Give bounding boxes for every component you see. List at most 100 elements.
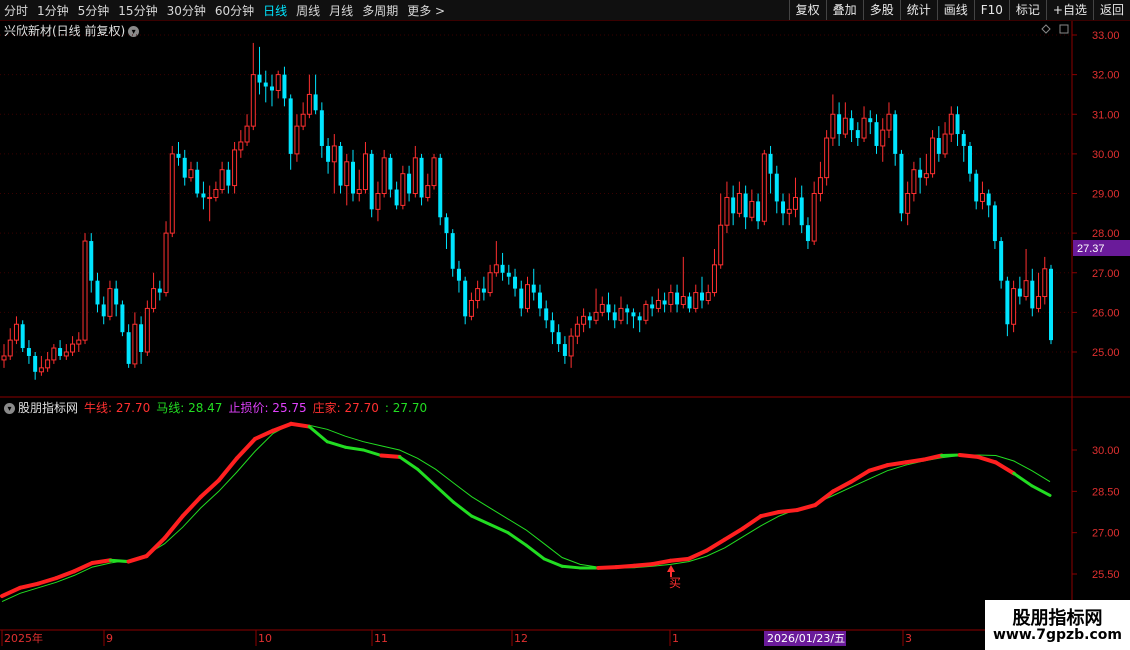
candle — [188, 161, 194, 182]
candle — [880, 118, 886, 162]
candle — [1042, 256, 1048, 305]
candle — [955, 106, 960, 146]
candle — [38, 355, 44, 376]
extra-value: : 27.70 — [384, 401, 428, 415]
candle — [711, 248, 717, 297]
price-tick-label: 31.00 — [1092, 109, 1120, 121]
bull-line-segment — [234, 436, 257, 461]
candle — [961, 130, 966, 162]
candle — [618, 296, 624, 325]
candle — [724, 181, 730, 234]
bull-line-segment — [434, 484, 456, 504]
candle — [550, 312, 555, 345]
candle — [568, 328, 574, 368]
bull-line-segment — [650, 558, 673, 567]
candle — [930, 130, 936, 178]
bull-line-segment — [614, 563, 637, 570]
candle — [556, 324, 561, 352]
bull-line-segment — [488, 522, 510, 535]
candle — [463, 276, 468, 325]
candle — [169, 145, 175, 238]
candle — [687, 292, 692, 313]
bull-line-segment — [542, 557, 564, 568]
panel-restore-icon[interactable] — [1059, 24, 1069, 34]
bull-line-segment — [361, 448, 383, 458]
candle — [519, 280, 524, 317]
candle — [63, 344, 69, 360]
candle — [999, 237, 1004, 289]
kline-chart[interactable]: 33.00 32.00 31.00 30.00 29.00 28.00 27.00 26.00… — [0, 0, 1130, 650]
price-tick-label: 29.00 — [1092, 189, 1120, 201]
candle — [967, 141, 972, 182]
candle — [587, 312, 592, 329]
candle — [425, 173, 431, 202]
bull-line-segment — [379, 453, 402, 459]
bull-line-segment — [126, 554, 149, 564]
bull-line-segment — [524, 543, 546, 561]
candle — [700, 276, 704, 309]
candle — [76, 332, 82, 352]
candle — [705, 284, 711, 305]
bull-line-segment — [506, 531, 528, 547]
date-tick-label: 11 — [374, 632, 388, 645]
bull-line-segment — [993, 460, 1016, 476]
bull-line-segment — [831, 479, 854, 494]
candle — [612, 304, 617, 329]
candle — [948, 106, 954, 142]
candle — [89, 233, 94, 293]
candle — [481, 276, 486, 301]
bull-line-segment — [1012, 471, 1034, 488]
candle — [756, 193, 761, 230]
bull-line-segment — [668, 556, 691, 563]
candle — [419, 153, 424, 206]
candle — [1036, 272, 1042, 313]
candle — [749, 189, 755, 222]
candle — [151, 272, 157, 313]
candle — [918, 157, 923, 194]
diamond-icon[interactable] — [1041, 24, 1051, 34]
candle — [375, 181, 381, 222]
candle — [431, 153, 437, 190]
bull-line-segment — [903, 457, 926, 465]
candle — [668, 284, 674, 313]
candle — [911, 161, 917, 202]
candle — [531, 268, 536, 301]
date-tick-label: 12 — [514, 632, 528, 645]
candle — [394, 181, 399, 210]
candle — [82, 233, 88, 345]
candle — [837, 102, 842, 146]
watermark-url: www.7gpzb.com — [992, 627, 1122, 643]
candles — [1, 42, 1053, 380]
candle — [631, 308, 636, 329]
candle — [101, 296, 106, 325]
candle — [830, 94, 836, 146]
candle — [599, 296, 605, 317]
candle — [250, 42, 256, 131]
candle — [544, 300, 549, 329]
indicator-tick-label: 28.50 — [1092, 486, 1120, 498]
candle — [95, 272, 100, 313]
price-tick-label: 32.00 — [1092, 70, 1120, 82]
candle — [637, 312, 642, 333]
date-tick-label: 9 — [106, 632, 113, 645]
candle — [294, 114, 300, 162]
date-tick-label: 3 — [905, 632, 912, 645]
candle — [338, 141, 343, 194]
bull-line-segment — [108, 558, 130, 564]
bull-line-segment — [180, 494, 203, 519]
current-price-text: 27.37 — [1077, 243, 1105, 255]
indicator-dropdown-icon[interactable]: ▾ — [4, 403, 15, 414]
candle — [905, 181, 911, 226]
bull-line-segment — [740, 514, 763, 531]
candle — [58, 340, 63, 360]
candle — [45, 352, 51, 372]
indicator-legend: ▾ 股朋指标网 牛线: 27.70 马线: 28.47 止损价: 25.75 庄家: 27… — [4, 399, 433, 416]
bull-line-segment — [252, 428, 276, 441]
indicator-name[interactable]: 股朋指标网 — [18, 401, 78, 415]
bull-line-segment — [325, 440, 347, 449]
bull-line-segment — [795, 503, 818, 513]
bull-line-segment — [54, 569, 77, 581]
price-axis: 33.00 32.00 31.00 30.00 29.00 28.00 27.00 26.00… — [1072, 30, 1120, 359]
candle — [282, 66, 287, 107]
candle — [743, 185, 748, 230]
